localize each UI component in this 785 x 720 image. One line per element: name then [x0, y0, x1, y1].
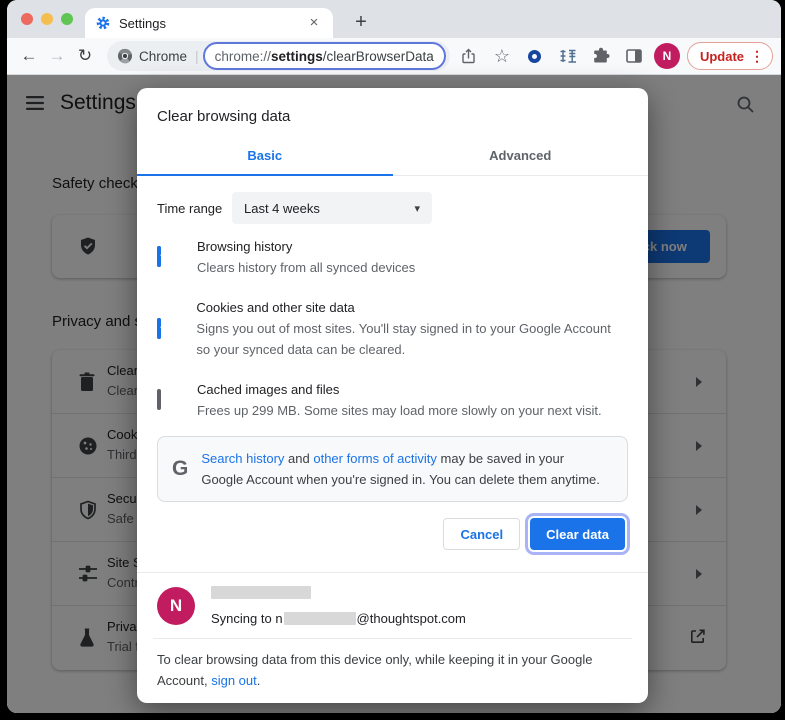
google-account-notice: G Search history and other forms of acti…	[157, 436, 628, 502]
reload-icon[interactable]: ↻	[71, 42, 99, 70]
item-title: Cookies and other site data	[196, 298, 628, 318]
time-range-value: Last 4 weeks	[244, 201, 320, 216]
item-desc: Frees up 299 MB. Some sites may load mor…	[197, 400, 602, 421]
traffic-lights	[21, 13, 73, 25]
item-cookies: Cookies and other site data Signs you ou…	[157, 287, 628, 369]
tab-strip: Settings × +	[7, 0, 781, 38]
browser-window: Settings × + ← → ↻ Chrome | chrome://set…	[7, 0, 781, 713]
chevron-down-icon: ▾	[414, 202, 420, 215]
time-range-label: Time range	[157, 201, 232, 216]
time-range-select[interactable]: Last 4 weeks ▾	[232, 192, 432, 224]
translate-extension-icon[interactable]	[555, 43, 581, 69]
redacted-email-part	[284, 612, 356, 625]
sync-account-section: N Syncing to n @thoughtspot.com	[137, 572, 648, 626]
tab-basic[interactable]: Basic	[137, 139, 393, 176]
tab-title: Settings	[119, 16, 297, 31]
item-desc: Clears history from all synced devices	[197, 257, 415, 278]
clear-data-button[interactable]: Clear data	[530, 518, 625, 550]
tab-settings[interactable]: Settings ×	[85, 8, 333, 38]
dialog-title: Clear browsing data	[137, 88, 648, 139]
account-avatar: N	[157, 587, 195, 625]
browser-toolbar: ← → ↻ Chrome | chrome://settings/clearBr…	[7, 38, 781, 75]
tab-close-icon[interactable]: ×	[305, 14, 323, 32]
update-label: Update	[700, 49, 744, 64]
dialog-footer-note: To clear browsing data from this device …	[137, 639, 648, 703]
url-input[interactable]: chrome://settings/clearBrowserData	[203, 42, 446, 70]
item-desc: Signs you out of most sites. You'll stay…	[196, 318, 628, 360]
cached-images-checkbox[interactable]	[157, 389, 161, 410]
new-tab-button[interactable]: +	[347, 9, 375, 37]
url-host: settings	[271, 49, 323, 64]
forward-icon: →	[43, 42, 71, 70]
url-scheme: chrome://	[215, 49, 271, 64]
gear-icon	[95, 15, 111, 31]
syncing-to-text: Syncing to n	[211, 611, 283, 626]
item-cached-images: Cached images and files Frees up 299 MB.…	[157, 369, 628, 430]
item-title: Browsing history	[197, 237, 415, 257]
cancel-button[interactable]: Cancel	[443, 518, 520, 550]
tab-advanced[interactable]: Advanced	[393, 139, 649, 176]
share-icon[interactable]	[456, 43, 482, 69]
extension-circle-icon[interactable]	[522, 43, 548, 69]
footer-text: .	[257, 673, 261, 688]
extensions-puzzle-icon[interactable]	[588, 43, 614, 69]
chrome-label: Chrome	[139, 49, 187, 64]
item-browsing-history: Browsing history Clears history from all…	[157, 226, 628, 287]
redacted-account-name	[211, 586, 311, 599]
back-icon[interactable]: ←	[15, 42, 43, 70]
other-activity-link[interactable]: other forms of activity	[313, 451, 437, 466]
sign-out-link[interactable]: sign out	[211, 673, 257, 688]
zoom-window-button[interactable]	[61, 13, 73, 25]
email-domain-text: @thoughtspot.com	[357, 611, 466, 626]
update-button[interactable]: Update ⋮	[687, 42, 773, 70]
chrome-logo-icon	[117, 48, 133, 64]
omnibox-separator: |	[195, 48, 199, 64]
omnibox[interactable]: Chrome | chrome://settings/clearBrowserD…	[107, 41, 450, 71]
google-g-icon: G	[172, 457, 188, 481]
url-path: /clearBrowserData	[323, 49, 434, 64]
kebab-menu-icon[interactable]: ⋮	[750, 48, 764, 65]
item-title: Cached images and files	[197, 380, 602, 400]
clear-browsing-data-dialog: Clear browsing data Basic Advanced Time …	[137, 88, 648, 703]
cookies-checkbox[interactable]	[157, 318, 161, 339]
search-history-link[interactable]: Search history	[201, 451, 284, 466]
profile-avatar[interactable]: N	[654, 43, 680, 69]
bookmark-star-icon[interactable]: ☆	[489, 43, 515, 69]
notice-text: and	[284, 451, 313, 466]
browsing-history-checkbox[interactable]	[157, 246, 161, 267]
minimize-window-button[interactable]	[41, 13, 53, 25]
close-window-button[interactable]	[21, 13, 33, 25]
dialog-tabs: Basic Advanced	[137, 139, 648, 176]
side-panel-icon[interactable]	[621, 43, 647, 69]
